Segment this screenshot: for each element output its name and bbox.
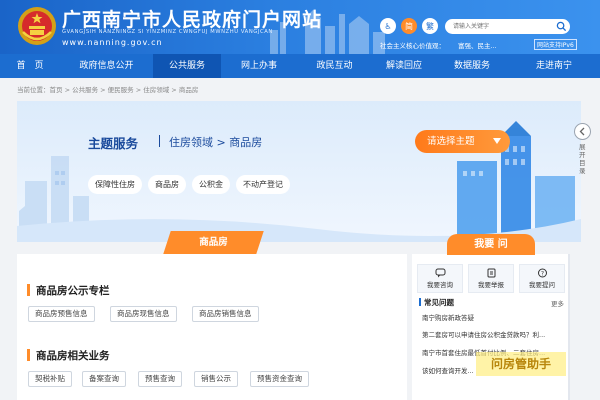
tab-commercial-housing[interactable]: 商品房	[167, 231, 260, 254]
faq-title: 常见问题	[424, 298, 454, 307]
filing-query-button[interactable]: 备案查询	[82, 371, 126, 387]
main-nav: 首 页 政府信息公开 公共服务 网上办事 政民互动 解读回应 数据服务 走进南宁	[0, 54, 600, 78]
ipv6-badge: 网站支持IPv6	[534, 39, 577, 50]
deed-tax-subsidy-button[interactable]: 契税补贴	[28, 371, 72, 387]
chat-icon	[435, 268, 445, 278]
nav-interaction[interactable]: 政民互动	[297, 54, 372, 78]
question-label: 我要提问	[529, 281, 555, 289]
theme-banner	[17, 101, 581, 242]
site-url: www.nanning.gov.cn	[62, 38, 163, 47]
tag-real-estate-registration[interactable]: 不动产登记	[236, 175, 290, 194]
question-button[interactable]: ? 我要提问	[519, 264, 565, 293]
chevron-down-icon[interactable]	[493, 138, 501, 144]
question-icon: ?	[537, 268, 547, 278]
breadcrumb[interactable]: 当前位置：首页 > 公共服务 > 便民服务 > 住房领域 > 商品房	[17, 84, 198, 94]
section-title-publicity: 商品房公示专栏	[36, 285, 110, 297]
nav-home[interactable]: 首 页	[0, 54, 60, 78]
site-title[interactable]: 广西南宁市人民政府门户网站	[62, 5, 322, 32]
report-icon	[487, 268, 495, 278]
sales-info-button[interactable]: 商品房销售信息	[192, 306, 259, 322]
sidebar-scrollbar[interactable]	[568, 254, 570, 400]
banner-divider	[159, 135, 160, 147]
presale-fund-query-button[interactable]: 预售资金查询	[250, 371, 309, 387]
nav-online-service[interactable]: 网上办事	[221, 54, 297, 78]
expand-directory-label[interactable]: 展开目录	[579, 143, 587, 175]
section-marker	[27, 349, 30, 361]
tag-commercial-housing[interactable]: 商品房	[148, 175, 186, 194]
accessibility-button[interactable]: ♿	[380, 18, 396, 34]
theme-tags: 保障性住房 商品房 公积金 不动产登记	[88, 175, 290, 194]
chevron-left-icon	[579, 127, 585, 136]
city-illustration	[17, 121, 581, 242]
tag-affordable-housing[interactable]: 保障性住房	[88, 175, 142, 194]
report-label: 我要举报	[478, 281, 504, 289]
core-values-text: 富强、民主...	[458, 42, 497, 50]
national-emblem-icon	[18, 7, 56, 45]
core-values-label: 社会主义核心价值观：	[380, 42, 445, 50]
search-icon[interactable]	[556, 21, 567, 32]
nav-about-nanning[interactable]: 走进南宁	[508, 54, 600, 78]
collapse-button[interactable]	[574, 123, 591, 140]
report-button[interactable]: 我要举报	[468, 264, 514, 293]
faq-item[interactable]: 南宁购房新政答疑	[422, 312, 567, 322]
sales-publicity-button[interactable]: 销售公示	[194, 371, 238, 387]
traditional-chinese-button[interactable]: 繁	[422, 18, 438, 34]
site-subtitle: GVANGJSIH NANZNINGZ SI YINZMINZ CWNGFUJ …	[62, 29, 273, 35]
nav-public-service[interactable]: 公共服务	[153, 54, 221, 78]
consult-label: 我要咨询	[427, 281, 453, 289]
svg-text:?: ?	[540, 270, 543, 277]
ask-header: 我要 问	[447, 234, 535, 255]
faq-item[interactable]: 第二套房可以申请住房公积金贷款吗？利...	[422, 329, 567, 339]
section-marker	[27, 284, 30, 296]
nav-gov-info[interactable]: 政府信息公开	[60, 54, 153, 78]
watermark-badge[interactable]: 问房管助手	[476, 352, 566, 376]
nav-interpretation[interactable]: 解读回应	[372, 54, 436, 78]
nav-data-service[interactable]: 数据服务	[436, 54, 508, 78]
search-input[interactable]	[445, 19, 570, 34]
section-title-business: 商品房相关业务	[36, 350, 110, 362]
faq-more-link[interactable]: 更多	[551, 298, 564, 308]
presale-info-button[interactable]: 商品房预售信息	[28, 306, 95, 322]
spot-sale-info-button[interactable]: 商品房现售信息	[110, 306, 177, 322]
banner-path: 住房领域 > 商品房	[169, 136, 263, 149]
simplified-chinese-button[interactable]: 简	[401, 18, 417, 34]
consult-button[interactable]: 我要咨询	[417, 264, 463, 293]
presale-query-button[interactable]: 预售查询	[138, 371, 182, 387]
tag-housing-fund[interactable]: 公积金	[192, 175, 230, 194]
banner-title: 主题服务	[88, 136, 139, 151]
faq-marker	[419, 298, 421, 306]
